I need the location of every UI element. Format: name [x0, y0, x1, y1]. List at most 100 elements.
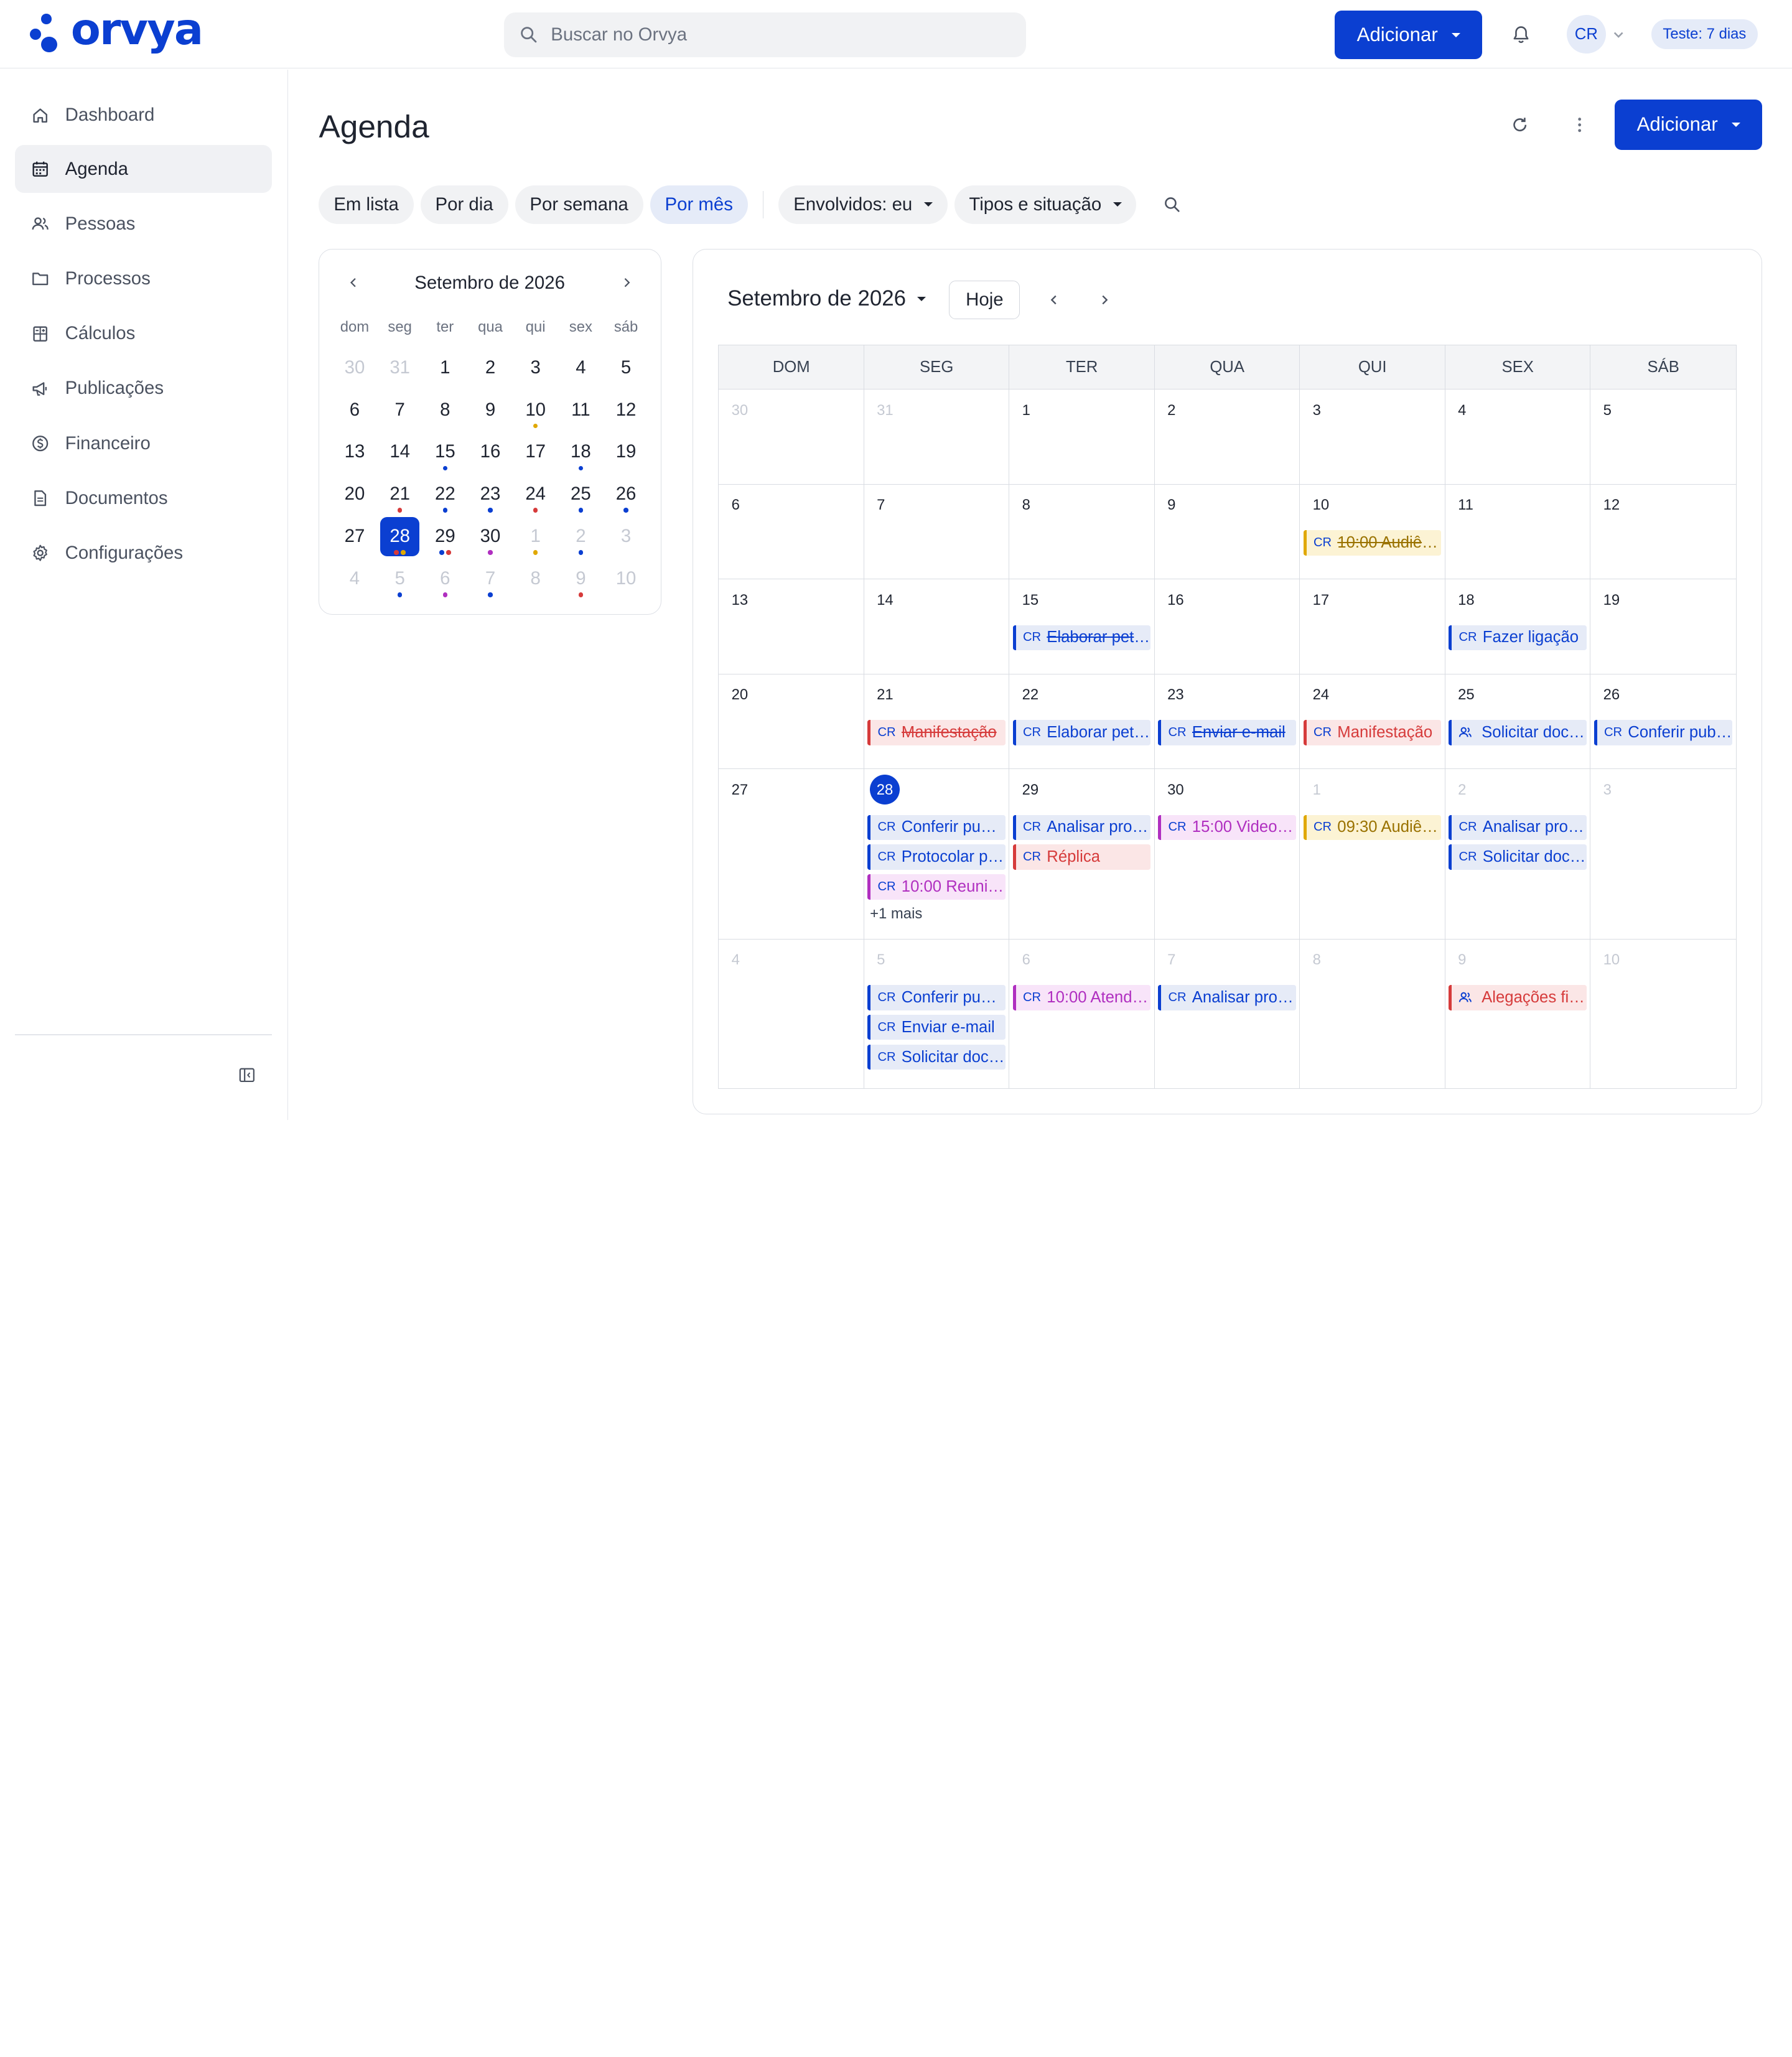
calendar-event[interactable]: CR 15:00 Videoconferência — [1158, 814, 1296, 841]
day-cell[interactable]: 12 — [1590, 485, 1736, 579]
day-cell[interactable]: 10 — [1590, 940, 1736, 1088]
day-cell[interactable]: 13 — [719, 579, 864, 674]
day-cell[interactable]: 9 Alegações finais — [1445, 939, 1591, 1088]
mini-day[interactable]: 21 — [377, 470, 422, 513]
mini-day[interactable]: 9 — [558, 555, 604, 597]
more-events-link[interactable]: +1 mais — [867, 905, 1006, 923]
day-cell[interactable]: 5 CR Conferir publicação CR Enviar e-mail CR S… — [864, 939, 1010, 1088]
mini-day[interactable]: 8 — [513, 555, 558, 597]
day-cell[interactable]: 20 — [719, 674, 864, 769]
sidebar-item-publicacoes[interactable]: Publicações — [15, 365, 272, 413]
day-cell[interactable]: 27 — [719, 769, 864, 939]
mini-day[interactable]: 25 — [558, 470, 604, 513]
calendar-event[interactable]: CR Enviar e-mail — [867, 1015, 1006, 1040]
calendar-event[interactable]: CR Analisar processo — [1449, 814, 1587, 841]
day-cell[interactable]: 2 CR Analisar processo CR Solicitar document… — [1445, 769, 1591, 939]
mini-day[interactable]: 8 — [422, 386, 468, 428]
tab-por-dia[interactable]: Por dia — [420, 185, 508, 224]
mini-day[interactable]: 4 — [558, 343, 604, 386]
tab-por-semana[interactable]: Por semana — [515, 185, 643, 224]
mini-day[interactable]: 5 — [604, 343, 649, 386]
day-cell[interactable]: 23 CR Enviar e-mail — [1155, 674, 1300, 769]
search-icon[interactable] — [1164, 197, 1180, 213]
day-cell[interactable]: 30 — [719, 389, 864, 484]
day-cell[interactable]: 24 CR Manifestação — [1300, 674, 1445, 769]
mini-day[interactable]: 17 — [513, 428, 558, 470]
day-cell[interactable]: 5 — [1590, 389, 1736, 483]
calendar-event[interactable]: CR Analisar processo — [1012, 814, 1151, 841]
mini-day[interactable]: 15 — [422, 428, 468, 470]
day-cell[interactable]: 21 CR Manifestação — [864, 674, 1010, 769]
mini-day[interactable]: 5 — [377, 555, 422, 597]
calendar-event[interactable]: CR 10:00 Reunião — [867, 874, 1006, 900]
tab-em-lista[interactable]: Em lista — [319, 185, 414, 224]
mini-day[interactable]: 1 — [513, 513, 558, 555]
day-cell[interactable]: 7 — [864, 484, 1010, 579]
sidebar-item-documentos[interactable]: Documentos — [15, 474, 272, 522]
calendar-event[interactable]: CR Enviar e-mail — [1158, 720, 1296, 745]
mini-day[interactable]: 3 — [513, 343, 558, 386]
day-cell[interactable]: 3 — [1590, 769, 1736, 939]
mini-day[interactable]: 6 — [332, 386, 378, 428]
day-cell[interactable]: 7 CR Analisar processo — [1155, 939, 1300, 1088]
day-cell[interactable]: 31 — [864, 389, 1010, 484]
day-cell[interactable]: 6 CR 10:00 Atendimento — [1009, 939, 1155, 1088]
day-cell[interactable]: 25 Solicitar documentos — [1445, 674, 1591, 769]
sidebar-item-configuracoes[interactable]: Configurações — [15, 529, 272, 577]
calendar-event[interactable]: CR Elaborar petição — [1012, 625, 1151, 651]
mini-day[interactable]: 2 — [468, 343, 513, 386]
sidebar-item-financeiro[interactable]: Financeiro — [15, 419, 272, 467]
calendar-event[interactable]: CR Conferir publicação — [1594, 720, 1733, 745]
mini-day[interactable]: 12 — [604, 386, 649, 428]
calendar-event[interactable]: CR Conferir publicação — [867, 985, 1006, 1010]
mini-day[interactable]: 30 — [332, 343, 378, 386]
day-cell[interactable]: 4 — [1445, 389, 1591, 484]
day-cell[interactable]: 15 CR Elaborar petição — [1009, 579, 1155, 674]
header-add-button[interactable]: Adicionar — [1335, 10, 1483, 60]
mini-day[interactable]: 20 — [332, 470, 378, 513]
month-selector[interactable]: Setembro de 2026 — [727, 286, 926, 311]
mini-day[interactable]: 30 — [468, 513, 513, 555]
day-cell[interactable]: 8 — [1009, 484, 1155, 579]
mini-day[interactable]: 4 — [332, 555, 378, 597]
sidebar-item-processos[interactable]: Processos — [15, 255, 272, 303]
calendar-event[interactable]: CR Solicitar documentos — [1449, 844, 1587, 870]
mini-day[interactable]: 7 — [468, 555, 513, 597]
mini-day[interactable]: 16 — [468, 428, 513, 470]
mini-day[interactable]: 6 — [422, 555, 468, 597]
page-add-button[interactable]: Adicionar — [1615, 99, 1763, 150]
mini-day[interactable]: 13 — [332, 428, 378, 470]
mini-day[interactable]: 19 — [604, 428, 649, 470]
day-cell[interactable]: 8 — [1300, 939, 1445, 1088]
mini-day[interactable]: 31 — [377, 343, 422, 386]
filter-tipos[interactable]: Tipos e situação — [954, 185, 1137, 224]
refresh-button[interactable] — [1508, 112, 1533, 137]
today-button[interactable]: Hoje — [949, 280, 1020, 320]
day-cell[interactable]: 28 CR Conferir publicação CR Protocolar peti… — [864, 769, 1010, 939]
trial-badge[interactable]: Teste: 7 dias — [1651, 19, 1758, 49]
mini-day[interactable]: 10 — [513, 386, 558, 428]
sidebar-item-dashboard[interactable]: Dashboard — [15, 91, 272, 139]
calendar-event[interactable]: CR Réplica — [1012, 844, 1151, 870]
sidebar-item-agenda[interactable]: Agenda — [14, 145, 273, 194]
day-cell[interactable]: 2 — [1155, 389, 1300, 484]
calendar-event[interactable]: CR Solicitar documentos — [867, 1044, 1006, 1070]
more-options-button[interactable] — [1567, 112, 1592, 137]
chevron-right-icon[interactable] — [621, 277, 632, 288]
user-avatar[interactable]: CR — [1567, 14, 1606, 54]
day-cell[interactable]: 11 — [1445, 484, 1591, 579]
calendar-event[interactable]: CR 09:30 Audiência — [1303, 814, 1442, 841]
day-cell[interactable]: 16 — [1155, 579, 1300, 674]
day-cell[interactable]: 30 CR 15:00 Videoconferência — [1155, 769, 1300, 939]
day-cell[interactable]: 6 — [719, 484, 864, 579]
calendar-event[interactable]: CR Protocolar petição — [867, 844, 1006, 870]
sidebar-item-pessoas[interactable]: Pessoas — [15, 200, 272, 248]
mini-day[interactable]: 24 — [513, 470, 558, 513]
mini-day[interactable]: 9 — [468, 386, 513, 428]
calendar-event[interactable]: CR Manifestação — [1303, 720, 1442, 745]
day-cell[interactable]: 22 CR Elaborar petição — [1009, 674, 1155, 769]
day-cell[interactable]: 10 CR 10:00 Audiência — [1300, 484, 1445, 579]
day-cell[interactable]: 17 — [1300, 579, 1445, 674]
mini-day[interactable]: 27 — [332, 513, 378, 555]
calendar-event[interactable]: Solicitar documentos — [1449, 720, 1587, 745]
